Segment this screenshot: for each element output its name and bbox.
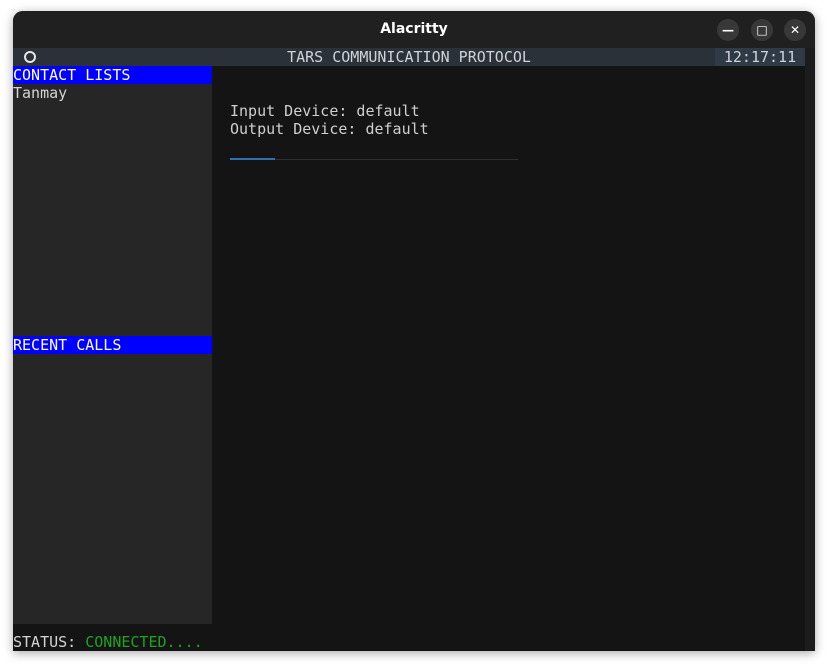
clock: 12:17:11 (715, 48, 805, 66)
recent-calls-header: RECENT CALLS (13, 336, 212, 354)
contact-item-tanmay[interactable]: Tanmay (13, 84, 67, 102)
output-device-text: Output Device: default (230, 120, 429, 138)
terminal-area[interactable]: TARS COMMUNICATION PROTOCOL 12:17:11 CON… (13, 48, 815, 651)
status-value: CONNECTED.... (85, 633, 203, 651)
window-titlebar[interactable]: Alacritty — □ ✕ (13, 11, 815, 48)
app-header: TARS COMMUNICATION PROTOCOL 12:17:11 (13, 48, 805, 66)
close-button[interactable]: ✕ (784, 19, 806, 41)
status-bar: STATUS: CONNECTED.... (13, 624, 805, 651)
main-panel: Input Device: default Output Device: def… (212, 66, 805, 624)
minimize-icon: — (722, 23, 734, 37)
device-divider-accent (230, 158, 275, 160)
contact-lists-header: CONTACT LISTS (13, 66, 212, 84)
maximize-button[interactable]: □ (751, 19, 773, 41)
terminal-window: Alacritty — □ ✕ TARS COMMUNICATION PROTO… (13, 11, 815, 651)
app-title: TARS COMMUNICATION PROTOCOL (287, 48, 531, 66)
status-label: STATUS: (13, 633, 86, 651)
maximize-icon: □ (756, 23, 768, 37)
window-title: Alacritty (380, 21, 448, 37)
sidebar: CONTACT LISTS Tanmay RECENT CALLS (13, 66, 212, 624)
close-icon: ✕ (789, 23, 801, 37)
minimize-button[interactable]: — (717, 19, 739, 41)
scrollbar-track[interactable] (805, 48, 815, 651)
input-device-text: Input Device: default (230, 102, 420, 120)
